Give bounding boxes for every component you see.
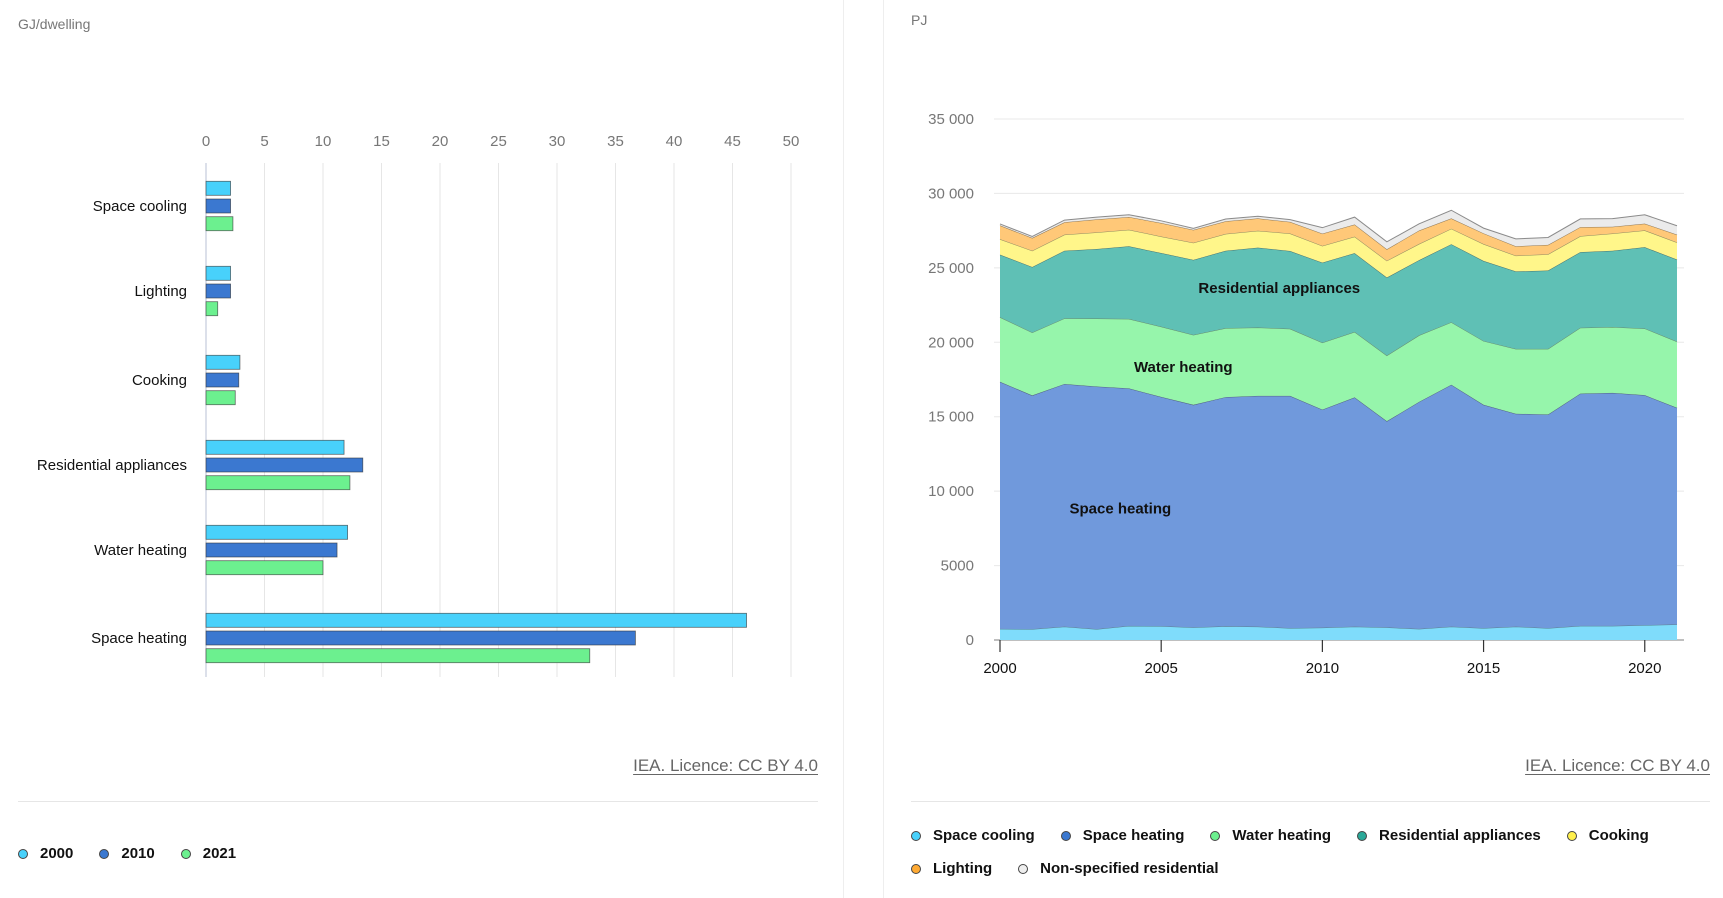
legend-item[interactable]: Non-specified residential: [1018, 860, 1219, 877]
legend-dot-icon: [911, 863, 921, 874]
legend-item[interactable]: Space cooling: [911, 827, 1035, 844]
y-tick-label: 10 000: [928, 483, 974, 500]
legend-item[interactable]: Lighting: [911, 860, 992, 877]
legend-label: 2021: [202, 845, 237, 862]
y-tick-label: 15 000: [928, 409, 974, 426]
x-tick-label: 2000: [983, 660, 1016, 677]
legend-dot-icon: [18, 848, 28, 859]
y-tick-label: 35 000: [928, 111, 974, 128]
legend-item[interactable]: Cooking: [1566, 827, 1649, 844]
left-licence-link[interactable]: IEA. Licence: CC BY 4.0: [633, 756, 818, 776]
area-annotation: Residential appliances: [1198, 280, 1360, 297]
legend-label: Space cooling: [933, 827, 1035, 844]
right-licence-link[interactable]: IEA. Licence: CC BY 4.0: [1525, 756, 1710, 776]
legend-item[interactable]: 2021: [180, 845, 237, 862]
legend-dot-icon: [99, 848, 110, 859]
left-separator: [18, 801, 818, 802]
legend-dot-icon: [1566, 830, 1577, 841]
y-tick-label: 20 000: [928, 334, 974, 351]
legend-item[interactable]: 2000: [18, 845, 73, 862]
legend-label: Water heating: [1232, 827, 1332, 844]
x-tick-label: 2010: [1306, 660, 1339, 677]
legend-label: 2000: [40, 845, 74, 862]
area-annotation: Water heating: [1134, 359, 1233, 376]
right-legend: Space cooling Space heating Water heating R…: [911, 827, 1711, 877]
legend-label: Non-specified residential: [1040, 860, 1219, 877]
x-tick-label: 2005: [1145, 660, 1178, 677]
legend-dot-icon: [1018, 863, 1029, 874]
x-tick-label: 2015: [1467, 660, 1500, 677]
y-tick-label: 5000: [941, 558, 974, 575]
legend-label: Lighting: [933, 860, 993, 877]
legend-label: Cooking: [1588, 827, 1649, 844]
right-separator: [911, 801, 1710, 802]
legend-dot-icon: [1357, 830, 1368, 841]
left-legend: 2000 2010 2021: [18, 845, 818, 862]
y-tick-label: 0: [966, 632, 974, 649]
legend-dot-icon: [1210, 830, 1221, 841]
y-tick-label: 25 000: [928, 260, 974, 277]
legend-item[interactable]: Water heating: [1210, 827, 1331, 844]
legend-label: Space heating: [1082, 827, 1185, 844]
legend-item[interactable]: Space heating: [1060, 827, 1185, 844]
y-tick-label: 30 000: [928, 185, 974, 202]
legend-item[interactable]: Residential appliances: [1357, 827, 1541, 844]
legend-dot-icon: [911, 830, 921, 841]
legend-item[interactable]: 2010: [99, 845, 155, 862]
x-tick-label: 2020: [1628, 660, 1661, 677]
legend-label: Residential appliances: [1379, 827, 1541, 844]
legend-dot-icon: [1060, 830, 1071, 841]
area-annotation: Space heating: [1069, 500, 1171, 517]
area-chart: 0 5000 10 000 15 000 20 000 25 000 30 000 35 00…: [928, 111, 1684, 677]
legend-label: 2010: [121, 845, 155, 862]
legend-dot-icon: [180, 848, 191, 859]
